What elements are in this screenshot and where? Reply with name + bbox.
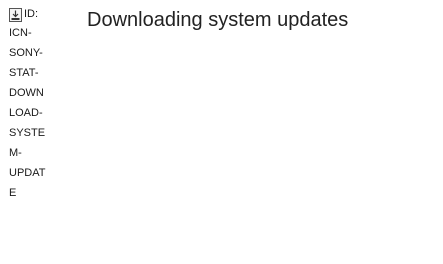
download-icon	[9, 7, 22, 22]
icon-id-line: E	[9, 187, 17, 199]
icon-id-line: LOAD-	[9, 107, 43, 119]
icon-id-line: M-	[9, 147, 22, 159]
icon-id-header: ID:	[9, 6, 43, 23]
icon-id-line: UPDAT	[9, 167, 46, 179]
status-message: Downloading system updates	[87, 9, 349, 31]
icon-id-line: DOWN	[9, 87, 44, 99]
icon-id-label: ID: ICN- SONY- STAT- DOWN LOAD- SYSTE M-…	[9, 6, 46, 203]
icon-id-line: STAT-	[9, 67, 39, 79]
icon-id-line: ICN-	[9, 27, 32, 39]
icon-id-line: ID:	[24, 8, 39, 20]
icon-id-line: SYSTE	[9, 127, 46, 139]
icon-id-line: SONY-	[9, 47, 43, 59]
